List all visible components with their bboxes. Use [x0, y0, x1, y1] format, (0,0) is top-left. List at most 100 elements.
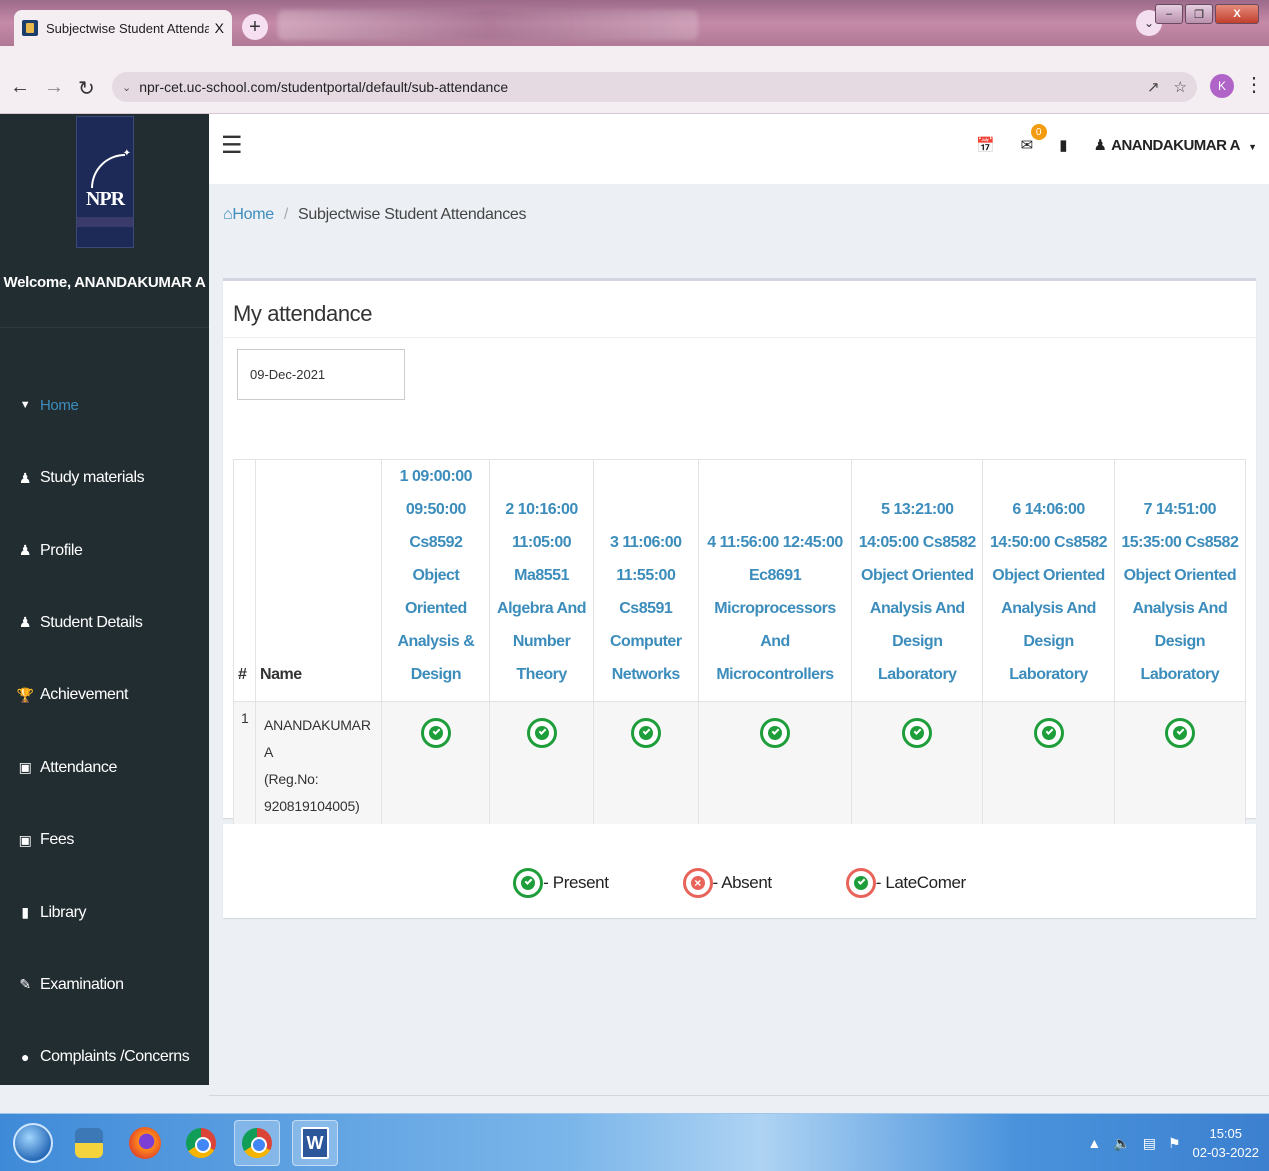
- legend-present: - Present: [513, 868, 609, 898]
- period-line: Object Oriented: [1123, 567, 1237, 584]
- box-title: My attendance: [233, 301, 373, 326]
- url-text[interactable]: npr-cet.uc-school.com/studentportal/defa…: [139, 79, 1133, 95]
- column-header-period-6[interactable]: 6 14:06:00 14:50:00 Cs8582 Object Orient…: [982, 459, 1115, 702]
- breadcrumb-home-label: Home: [232, 206, 274, 223]
- sidebar-item-fees[interactable]: ▣ Fees: [0, 804, 209, 876]
- period-line: 14:50:00 Cs8582: [990, 534, 1108, 551]
- sidebar-menu: ▼ Home ♟ Study materials ♟ Profile ♟ Stu…: [0, 386, 209, 1094]
- breadcrumb-current: Subjectwise Student Attendances: [298, 206, 527, 223]
- legend-box: - Present × - Absent - LateComer: [223, 824, 1256, 918]
- column-header-period-7[interactable]: 7 14:51:00 15:35:00 Cs8582 Object Orient…: [1113, 459, 1247, 702]
- taskbar-chrome-profile[interactable]: [234, 1120, 280, 1166]
- period-line: 5 13:21:00: [881, 501, 954, 518]
- attendance-box: My attendance 09-Dec-2021 # Name 1 09:00…: [223, 278, 1256, 829]
- bookmark-star-icon[interactable]: ☆: [1174, 78, 1187, 96]
- messages-icon[interactable]: ✉ 0: [1021, 124, 1047, 154]
- volume-icon[interactable]: 🔈: [1113, 1135, 1130, 1152]
- sidebar-item-label: Examination: [40, 975, 124, 993]
- period-line: Networks: [611, 666, 681, 683]
- period-line: 3 11:06:00: [610, 534, 682, 551]
- period-line: 09:50:00: [405, 501, 467, 518]
- sidebar-item-home[interactable]: ▼ Home: [0, 386, 209, 424]
- row-number: 1: [232, 701, 257, 829]
- word-icon: W: [301, 1127, 329, 1159]
- taskbar-firefox[interactable]: [122, 1120, 168, 1166]
- tab-close-button[interactable]: X: [215, 20, 224, 36]
- window-controls: – ❐ X: [1153, 4, 1259, 24]
- sidebar-item-label: Fees: [40, 831, 74, 849]
- hamburger-menu-icon[interactable]: ☰: [221, 134, 243, 158]
- reload-icon[interactable]: ↻: [78, 76, 95, 101]
- browser-tab[interactable]: Subjectwise Student Attendances X: [14, 10, 232, 46]
- address-bar[interactable]: ⌄ npr-cet.uc-school.com/studentportal/de…: [112, 72, 1197, 102]
- share-icon[interactable]: ↗: [1147, 78, 1160, 96]
- restore-button[interactable]: ❐: [1185, 4, 1213, 24]
- forward-arrow-icon[interactable]: →: [44, 76, 64, 99]
- period-line: 15:35:00 Cs8582: [1121, 534, 1239, 551]
- navbar-icons: 📅 ✉ 0 ▮ ♟ ANANDAKUMAR A ▼: [950, 124, 1257, 154]
- student-reg-number: 920819104005): [264, 798, 360, 814]
- new-tab-button[interactable]: +: [242, 14, 268, 40]
- student-name-cell: ANANDAKUMAR A (Reg.No: 920819104005): [255, 701, 383, 829]
- comment-icon: ●: [20, 1049, 30, 1066]
- minimize-button[interactable]: –: [1155, 4, 1183, 24]
- status-cell: [697, 701, 853, 829]
- date-field[interactable]: 09-Dec-2021: [237, 349, 405, 400]
- sidebar-item-label: Attendance: [40, 758, 117, 776]
- sidebar-item-attendance[interactable]: ▣ Attendance: [0, 732, 209, 804]
- book-icon[interactable]: ▮: [1059, 136, 1067, 154]
- user-menu[interactable]: ♟ ANANDAKUMAR A ▼: [1094, 136, 1257, 154]
- tab-title: Subjectwise Student Attendances: [46, 20, 209, 36]
- taskbar-chrome[interactable]: [178, 1120, 224, 1166]
- profile-avatar[interactable]: K: [1210, 74, 1234, 98]
- start-button[interactable]: [10, 1120, 56, 1166]
- site-info-icon[interactable]: ⌄: [122, 81, 131, 94]
- book-icon: ▮: [21, 904, 29, 921]
- column-header-period-2[interactable]: 2 10:16:00 11:05:00 Ma8551 Algebra And N…: [489, 459, 594, 702]
- student-reg-label: (Reg.No:: [264, 771, 319, 787]
- legend-present-label: - Present: [543, 873, 609, 892]
- period-line: 1 09:00:00: [399, 468, 473, 485]
- column-header-period-5[interactable]: 5 13:21:00 14:05:00 Cs8582 Object Orient…: [851, 459, 984, 702]
- period-line: 14:05:00 Cs8582: [858, 534, 977, 551]
- period-line: Number: [512, 633, 571, 650]
- show-hidden-icons-icon[interactable]: ▲: [1087, 1135, 1101, 1151]
- network-icon[interactable]: ▤: [1143, 1135, 1156, 1152]
- column-header-period-3[interactable]: 3 11:06:00 11:55:00 Cs8591 Computer Netw…: [592, 459, 699, 702]
- taskbar-word[interactable]: W: [292, 1120, 338, 1166]
- present-check-icon: [513, 868, 544, 898]
- attendance-table: # Name 1 09:00:00 09:50:00 Cs8592 Object…: [232, 459, 1247, 829]
- sidebar-item-achievement[interactable]: 🏆 Achievement: [0, 659, 209, 731]
- status-cell: [592, 701, 699, 829]
- sidebar-divider: [0, 327, 209, 328]
- windows-start-icon: [13, 1123, 53, 1163]
- window-close-button[interactable]: X: [1215, 4, 1259, 24]
- taskbar-python[interactable]: [66, 1120, 112, 1166]
- chrome-profile-icon: [242, 1128, 272, 1158]
- user-icon: ♟: [1093, 137, 1107, 154]
- action-center-icon[interactable]: ⚑: [1168, 1135, 1181, 1152]
- sidebar-item-study-materials[interactable]: ♟ Study materials: [0, 442, 209, 514]
- sidebar-item-student-details[interactable]: ♟ Student Details: [0, 587, 209, 659]
- period-line: Cs8592 Object: [409, 534, 463, 584]
- calendar-icon[interactable]: 📅: [976, 136, 995, 154]
- column-header-period-1[interactable]: 1 09:00:00 09:50:00 Cs8592 Object Orient…: [381, 459, 491, 702]
- other-tabs[interactable]: [278, 10, 698, 40]
- sidebar-item-examination[interactable]: ✎ Examination: [0, 949, 209, 1021]
- sidebar-item-profile[interactable]: ♟ Profile: [0, 514, 209, 586]
- logo-arc-icon: ✦: [91, 148, 131, 188]
- sidebar-item-complaints[interactable]: ● Complaints /Concerns: [0, 1021, 209, 1093]
- npr-logo: ✦ NPR: [76, 116, 134, 248]
- breadcrumb-home[interactable]: ⌂ Home: [223, 206, 274, 224]
- system-clock[interactable]: 15:05 02-03-2022: [1193, 1124, 1260, 1162]
- sidebar-item-label: Complaints /Concerns: [40, 1048, 190, 1066]
- chevron-down-icon: ▼: [19, 399, 31, 411]
- period-line: Ec8691: [748, 567, 802, 584]
- back-arrow-icon[interactable]: ←: [10, 76, 30, 99]
- sidebar-item-library[interactable]: ▮ Library: [0, 876, 209, 948]
- column-header-period-4[interactable]: 4 11:56:00 12:45:00 Ec8691 Microprocesso…: [697, 459, 853, 702]
- browser-menu-icon[interactable]: ⋮: [1244, 72, 1264, 97]
- breadcrumb-separator: /: [283, 206, 289, 223]
- present-check-icon: [1164, 718, 1195, 748]
- users-icon: ♟: [18, 469, 32, 486]
